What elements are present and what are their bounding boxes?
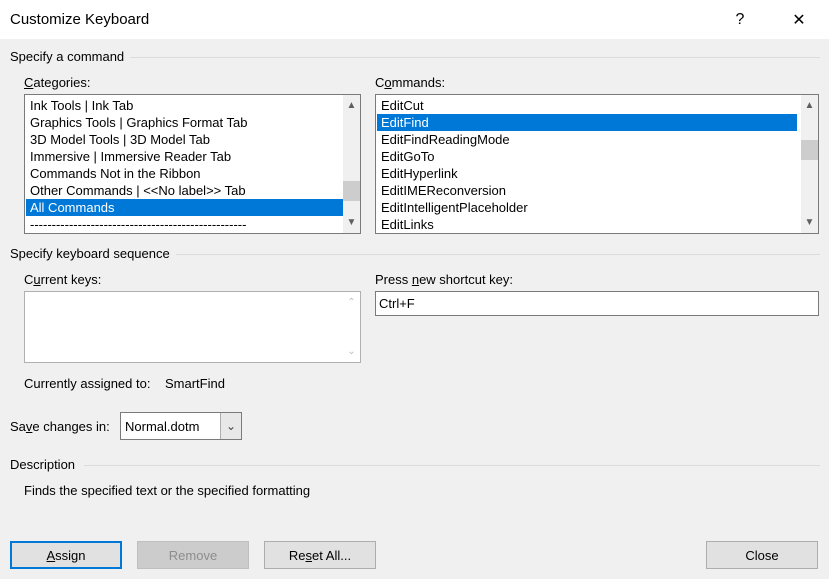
commands-scrollbar[interactable]: ▲ ▼ bbox=[801, 95, 818, 233]
category-list-item[interactable]: Immersive | Immersive Reader Tab bbox=[26, 148, 344, 165]
commands-listbox[interactable]: EditCut EditFind EditFindReadingMode EditGo… bbox=[375, 94, 819, 234]
close-button[interactable]: Close bbox=[706, 541, 818, 569]
scroll-down-icon: ⌄ bbox=[347, 346, 356, 357]
category-list-item[interactable]: Ink Tools | Ink Tab bbox=[26, 97, 344, 114]
keyboard-sequence-group-label: Specify keyboard sequence bbox=[10, 246, 170, 261]
command-list-item[interactable]: EditGoTo bbox=[377, 148, 797, 165]
currently-assigned-label: Currently assigned to: bbox=[24, 376, 151, 391]
description-group-label: Description bbox=[10, 457, 76, 472]
description-text: Finds the specified text or the specifie… bbox=[24, 483, 311, 498]
scroll-up-icon[interactable]: ▲ bbox=[801, 97, 818, 114]
command-list-item[interactable]: EditFindReadingMode bbox=[377, 131, 797, 148]
assign-button[interactable]: Assign bbox=[10, 541, 122, 569]
scroll-thumb[interactable] bbox=[343, 181, 360, 201]
category-list-item[interactable]: Other Commands | <<No label>> Tab bbox=[26, 182, 344, 199]
scroll-down-icon[interactable]: ▼ bbox=[343, 214, 360, 231]
close-window-button[interactable]: ✕ bbox=[776, 0, 822, 39]
save-changes-label: Save changes in: bbox=[10, 419, 110, 434]
command-list-item[interactable]: EditCut bbox=[377, 97, 797, 114]
commands-label: Commands: bbox=[375, 75, 446, 90]
scroll-up-icon: ⌃ bbox=[347, 297, 356, 308]
scroll-up-icon[interactable]: ▲ bbox=[343, 97, 360, 114]
chevron-down-icon[interactable]: ⌄ bbox=[220, 413, 241, 439]
command-list-item[interactable]: EditIntelligentPlaceholder bbox=[377, 199, 797, 216]
categories-scrollbar[interactable]: ▲ ▼ bbox=[343, 95, 360, 233]
command-list-item[interactable]: EditHyperlink bbox=[377, 165, 797, 182]
new-shortcut-label: Press new shortcut key: bbox=[375, 272, 514, 287]
category-list-item[interactable]: ----------------------------------------… bbox=[26, 216, 344, 233]
group-separator bbox=[130, 57, 820, 58]
command-list-item[interactable]: EditIMEReconversion bbox=[377, 182, 797, 199]
window-title: Customize Keyboard bbox=[10, 11, 150, 28]
categories-label: Categories: bbox=[24, 75, 91, 90]
category-list-item[interactable]: Graphics Tools | Graphics Format Tab bbox=[26, 114, 344, 131]
currently-assigned-value: SmartFind bbox=[165, 376, 225, 391]
categories-listbox[interactable]: Ink Tools | Ink Tab Graphics Tools | Grap… bbox=[24, 94, 361, 234]
command-list-item[interactable]: EditLinks bbox=[377, 216, 797, 233]
new-shortcut-input[interactable]: Ctrl+F bbox=[375, 291, 819, 316]
group-separator bbox=[176, 254, 820, 255]
category-list-item[interactable]: 3D Model Tools | 3D Model Tab bbox=[26, 131, 344, 148]
command-list-item[interactable]: EditFind bbox=[377, 114, 797, 131]
help-button[interactable]: ? bbox=[717, 0, 763, 39]
group-separator bbox=[84, 465, 820, 466]
reset-all-button[interactable]: Re s et All... bbox=[264, 541, 376, 569]
new-shortcut-value: Ctrl+F bbox=[379, 296, 415, 311]
scroll-down-icon[interactable]: ▼ bbox=[801, 214, 818, 231]
category-list-item[interactable]: Commands Not in the Ribbon bbox=[26, 165, 344, 182]
current-keys-scrollbar: ⌃ ⌄ bbox=[343, 292, 360, 362]
current-keys-label: Current keys: bbox=[24, 272, 102, 287]
save-changes-value: Normal.dotm bbox=[125, 419, 200, 434]
scroll-thumb[interactable] bbox=[801, 140, 818, 160]
remove-button[interactable]: Remove bbox=[137, 541, 249, 569]
specify-command-group-label: Specify a command bbox=[10, 49, 125, 64]
category-list-item[interactable]: All Commands bbox=[26, 199, 344, 216]
save-changes-dropdown[interactable]: Normal.dotm ⌄ bbox=[120, 412, 242, 440]
current-keys-listbox[interactable]: ⌃ ⌄ bbox=[24, 291, 361, 363]
